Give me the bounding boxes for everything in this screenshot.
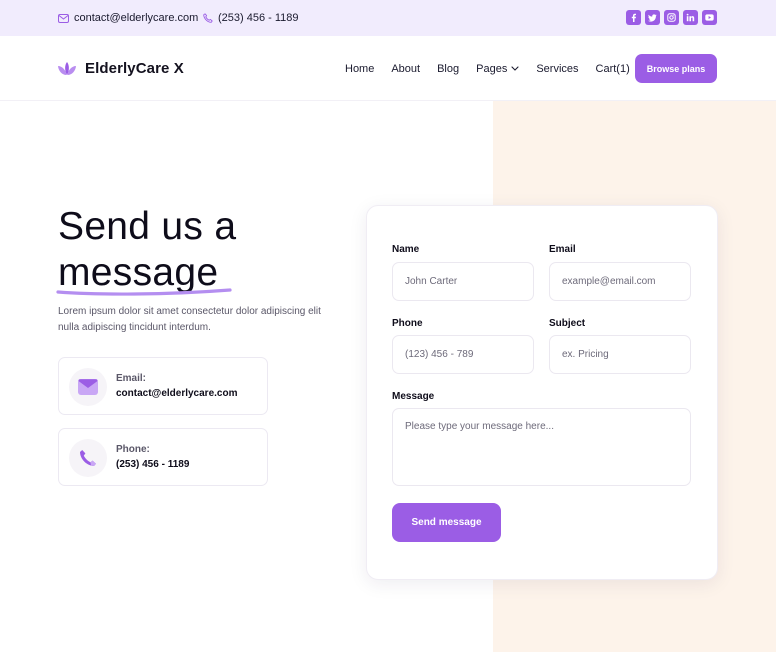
topbar-email[interactable]: contact@elderlycare.com xyxy=(58,0,198,36)
nav-item-services[interactable]: Services xyxy=(536,63,578,75)
phone-card-value: (253) 456 - 1189 xyxy=(116,459,190,470)
name-label: Name xyxy=(392,244,420,255)
intro-text: Lorem ipsum dolor sit amet consectetur d… xyxy=(58,306,321,333)
phone-card-label: Phone: xyxy=(116,444,150,455)
nav-item-blog[interactable]: Blog xyxy=(437,63,459,75)
title-underline-decoration xyxy=(56,288,232,296)
top-bar: contact@elderlycare.com (253) 456 - 1189 xyxy=(0,0,776,36)
email-input[interactable]: example@email.com xyxy=(549,262,691,301)
social-links xyxy=(626,10,717,25)
topbar-email-text: contact@elderlycare.com xyxy=(74,12,199,24)
chevron-down-icon xyxy=(511,66,519,71)
main-navbar: ElderlyCare X Home About Blog Pages Serv… xyxy=(0,36,776,101)
nav-item-about[interactable]: About xyxy=(391,63,420,75)
envelope-icon xyxy=(58,13,69,23)
page-title-line1: Send us a xyxy=(58,205,237,248)
nav-item-pages[interactable]: Pages xyxy=(476,63,519,75)
nav-item-pages-label: Pages xyxy=(476,62,508,75)
nav-menu: Home About Blog Pages Services Cart(1) xyxy=(345,36,630,101)
subject-label: Subject xyxy=(549,318,586,329)
nav-item-cart[interactable]: Cart(1) xyxy=(596,63,630,75)
topbar-phone[interactable]: (253) 456 - 1189 xyxy=(203,0,299,36)
message-textarea[interactable]: Please type your message here... xyxy=(392,408,691,486)
brand-logo[interactable]: ElderlyCare X xyxy=(57,36,184,101)
linkedin-icon[interactable] xyxy=(683,10,698,25)
instagram-icon[interactable] xyxy=(664,10,679,25)
phone-input[interactable]: (123) 456 - 789 xyxy=(392,335,534,374)
lotus-icon xyxy=(58,61,76,75)
envelope-icon xyxy=(69,368,107,406)
phone-label: Phone xyxy=(392,318,423,329)
email-card-label: Email: xyxy=(116,373,147,384)
email-label: Email xyxy=(549,244,576,255)
browse-plans-button[interactable]: Browse plans xyxy=(635,54,717,83)
name-input[interactable]: John Carter xyxy=(392,262,534,301)
page-title: Send us a message xyxy=(58,204,236,296)
subject-input[interactable]: ex. Pricing xyxy=(549,335,691,374)
contact-form: Name John Carter Email example@email.com… xyxy=(366,205,718,580)
nav-item-home[interactable]: Home xyxy=(345,63,374,75)
facebook-icon[interactable] xyxy=(626,10,641,25)
email-contact-card[interactable]: Email: contact@elderlycare.com xyxy=(58,357,268,415)
message-label: Message xyxy=(392,391,435,402)
phone-icon xyxy=(203,13,213,23)
brand-name: ElderlyCare X xyxy=(85,60,184,77)
topbar-phone-text: (253) 456 - 1189 xyxy=(218,12,299,24)
youtube-icon[interactable] xyxy=(702,10,717,25)
twitter-icon[interactable] xyxy=(645,10,660,25)
phone-icon xyxy=(69,439,107,477)
send-message-button[interactable]: Send message xyxy=(392,503,501,542)
phone-contact-card[interactable]: Phone: (253) 456 - 1189 xyxy=(58,428,268,486)
email-card-value: contact@elderlycare.com xyxy=(116,388,238,399)
